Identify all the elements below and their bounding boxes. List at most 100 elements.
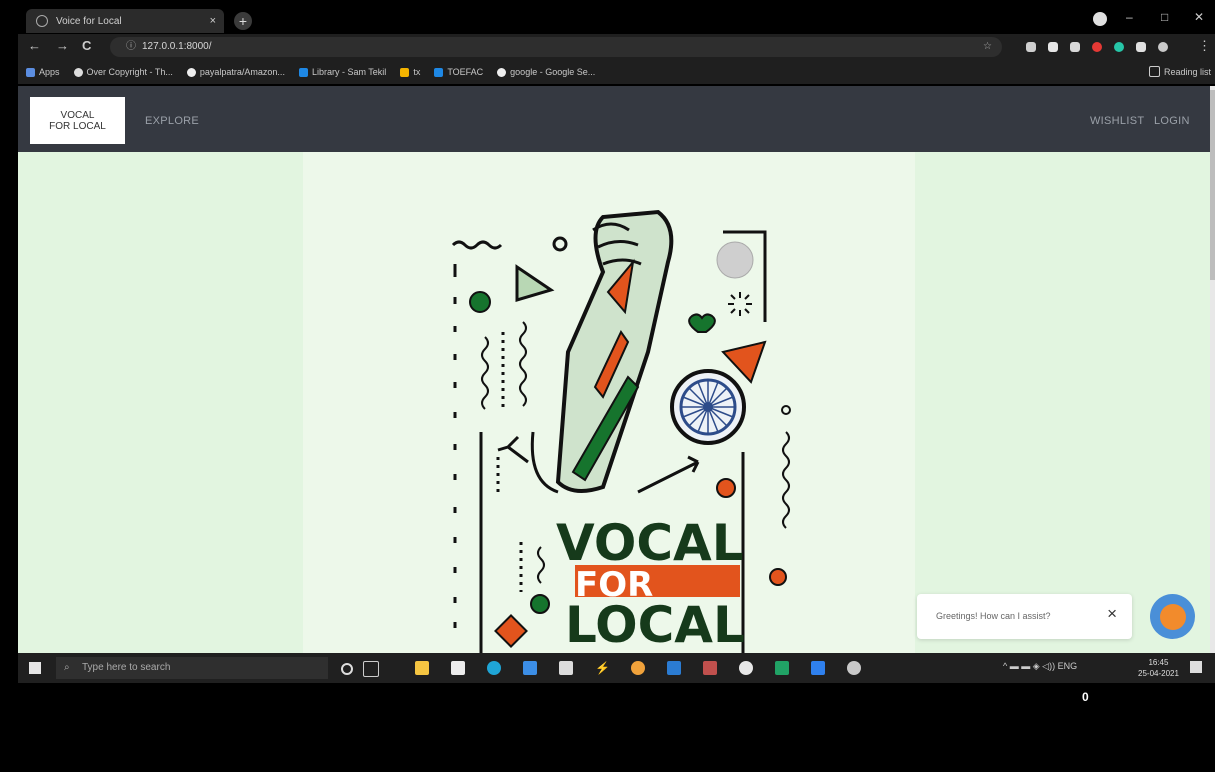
address-bar[interactable]: ⓘ 127.0.0.1:8000/ ☆: [110, 37, 1002, 57]
extension-icon[interactable]: [1026, 42, 1036, 52]
system-tray[interactable]: ^ ▬ ▬ ◈ ◁)) ENG: [1003, 661, 1077, 672]
reading-list-button[interactable]: Reading list: [1148, 66, 1211, 77]
extension-icon[interactable]: [1092, 42, 1102, 52]
logo-line-1: VOCAL: [60, 109, 95, 121]
bookmark-item[interactable]: tx: [400, 67, 420, 77]
chrome-icon[interactable]: [631, 661, 645, 675]
chatbot-launcher-button[interactable]: [1150, 594, 1195, 639]
bookmarks-bar: Apps Over Copyright - Th... payalpatra/A…: [18, 60, 1215, 84]
menu-icon[interactable]: ⋮: [1198, 38, 1211, 54]
bookmark-item[interactable]: payalpatra/Amazon...: [186, 67, 285, 77]
search-placeholder: Type here to search: [82, 662, 171, 673]
windows-taskbar: ⌕ Type here to search ⚡ ^ ▬ ▬ ◈ ◁)) ENG …: [18, 653, 1215, 683]
globe-icon: [36, 15, 48, 27]
avatar[interactable]: [1158, 42, 1168, 52]
language-indicator[interactable]: ENG: [1058, 661, 1078, 671]
star-icon[interactable]: ☆: [983, 37, 992, 57]
taskbar-clock[interactable]: 16:45 25-04-2021: [1138, 657, 1179, 679]
scrollbar-thumb[interactable]: [1210, 90, 1215, 280]
cortana-icon[interactable]: [341, 663, 353, 675]
app-icon[interactable]: [739, 661, 753, 675]
arrow-shape: [637, 455, 700, 494]
info-icon: ⓘ: [126, 41, 136, 52]
squiggle-shape: [451, 240, 503, 250]
browser-tab-strip: Voice for Local × + – □ ✕: [18, 6, 1215, 34]
extension-icon[interactable]: [1070, 42, 1080, 52]
store-icon[interactable]: [451, 661, 465, 675]
burst-shape: [728, 292, 752, 316]
clock-date: 25-04-2021: [1138, 669, 1179, 678]
reload-button[interactable]: C: [82, 38, 91, 53]
heart-shape: [688, 313, 716, 333]
grey-circle-shape: [716, 241, 754, 279]
task-view-icon[interactable]: [363, 661, 379, 677]
poster-line-3: LOCAL: [565, 596, 745, 653]
site-icon: [400, 67, 410, 77]
extension-icon[interactable]: [1048, 42, 1058, 52]
arrow-shape: [497, 435, 529, 464]
dropbox-icon[interactable]: [559, 661, 573, 675]
site-icon: [434, 67, 444, 77]
edge-icon[interactable]: [487, 661, 501, 675]
extension-icon[interactable]: [1114, 42, 1124, 52]
reading-list-icon: [1148, 66, 1160, 77]
triangle-shape: [515, 264, 555, 303]
app-icon[interactable]: [703, 661, 717, 675]
search-icon: ⌕: [64, 662, 70, 673]
maximize-button[interactable]: □: [1161, 10, 1168, 24]
forward-button[interactable]: →: [56, 38, 69, 53]
word-icon[interactable]: [667, 661, 681, 675]
notification-icon[interactable]: [1190, 661, 1202, 673]
site-icon: [298, 67, 308, 77]
green-dot-shape: [469, 291, 491, 313]
arrow-shape: [530, 431, 559, 494]
wave-shape: [537, 546, 545, 584]
overlay-counter: 0: [1082, 690, 1089, 704]
browser-tab[interactable]: Voice for Local ×: [26, 9, 224, 33]
wave-shape: [481, 336, 489, 410]
window-close-button[interactable]: ✕: [1194, 10, 1204, 24]
chat-popup: Greetings! How can I assist? ×: [917, 594, 1132, 639]
taskbar-search-input[interactable]: ⌕ Type here to search: [56, 657, 328, 679]
profile-icon[interactable]: [1093, 12, 1107, 26]
green-dot-shape: [530, 594, 550, 614]
bookmark-item[interactable]: Over Copyright - Th...: [73, 67, 173, 77]
new-tab-button[interactable]: +: [234, 12, 252, 30]
bookmark-item[interactable]: TOEFAC: [434, 67, 483, 77]
diamond-shape: [494, 614, 528, 648]
mail-icon[interactable]: [523, 661, 537, 675]
nav-login[interactable]: LOGIN: [1154, 115, 1190, 127]
nav-explore[interactable]: EXPLORE: [145, 115, 199, 127]
app-icon[interactable]: ⚡: [595, 661, 610, 675]
saffron-dot-shape: [716, 478, 736, 498]
windows-start-icon[interactable]: [29, 662, 41, 674]
tab-close-button[interactable]: ×: [210, 15, 216, 27]
browser-toolbar: ← → C ⓘ 127.0.0.1:8000/ ☆ ⋮: [18, 34, 1215, 60]
bookmark-item[interactable]: google - Google Se...: [497, 67, 595, 77]
minimize-button[interactable]: –: [1126, 10, 1133, 24]
saffron-dot-shape: [769, 568, 787, 586]
wave-shape: [782, 431, 790, 529]
clock-time: 16:45: [1148, 658, 1169, 667]
hero-section: VOCAL FOR LOCAL: [18, 152, 1210, 653]
vscode-icon[interactable]: [811, 661, 825, 675]
file-explorer-icon[interactable]: [415, 661, 429, 675]
google-icon: [497, 67, 507, 77]
poster-panel: VOCAL FOR LOCAL: [303, 152, 915, 653]
app-icon[interactable]: [847, 661, 861, 675]
poster-line-1: VOCAL: [556, 514, 744, 572]
ring-shape: [781, 405, 791, 415]
back-button[interactable]: ←: [28, 38, 41, 53]
chat-close-button[interactable]: ×: [1107, 604, 1117, 624]
site-logo[interactable]: VOCAL FOR LOCAL: [30, 97, 125, 144]
bookmark-item[interactable]: Library - Sam Tekil: [298, 67, 386, 77]
chat-greeting: Greetings! How can I assist?: [936, 611, 1051, 621]
bookmark-apps[interactable]: Apps: [26, 67, 60, 77]
poster-title: VOCAL FOR LOCAL: [556, 514, 745, 653]
puzzle-icon[interactable]: [1136, 42, 1146, 52]
site-icon: [73, 67, 83, 77]
nav-wishlist[interactable]: WISHLIST: [1090, 115, 1144, 127]
apps-icon: [26, 67, 35, 77]
excel-icon[interactable]: [775, 661, 789, 675]
github-icon: [186, 67, 196, 77]
